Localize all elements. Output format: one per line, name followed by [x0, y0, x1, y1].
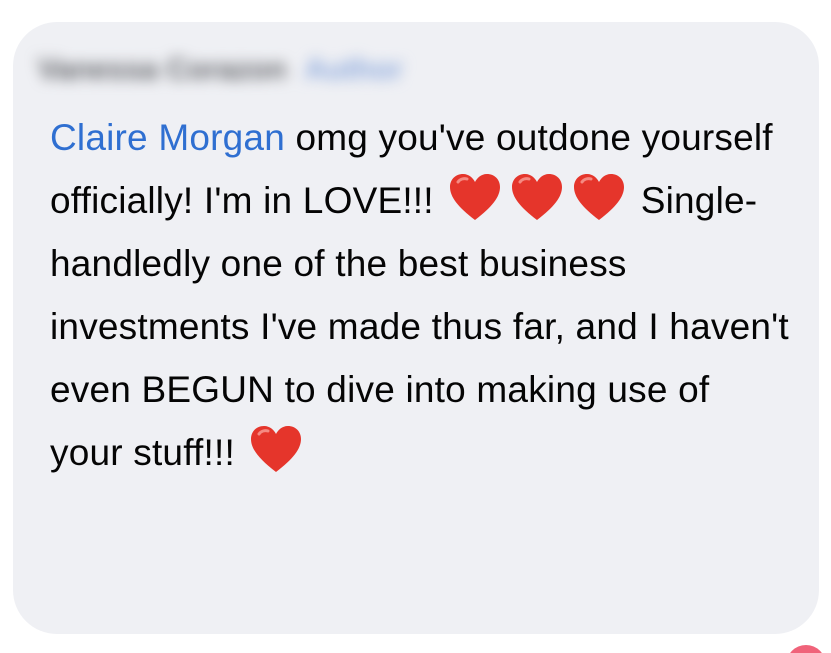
heart-icon: [249, 425, 303, 475]
comment-author-row: Vanessa Corazon Author: [38, 36, 548, 104]
comment-text-part2: Single-handledly one of the best busines…: [50, 180, 789, 473]
mention-link[interactable]: Claire Morgan: [50, 117, 285, 158]
author-name[interactable]: Vanessa Corazon: [38, 53, 286, 87]
author-badge: Author: [304, 53, 403, 86]
heart-icon: [510, 173, 564, 223]
comment-text: Claire Morgan omg you've outdone yoursel…: [50, 106, 790, 484]
heart-icon: [572, 173, 626, 223]
heart-icon: [448, 173, 502, 223]
reaction-icon[interactable]: [786, 645, 826, 653]
